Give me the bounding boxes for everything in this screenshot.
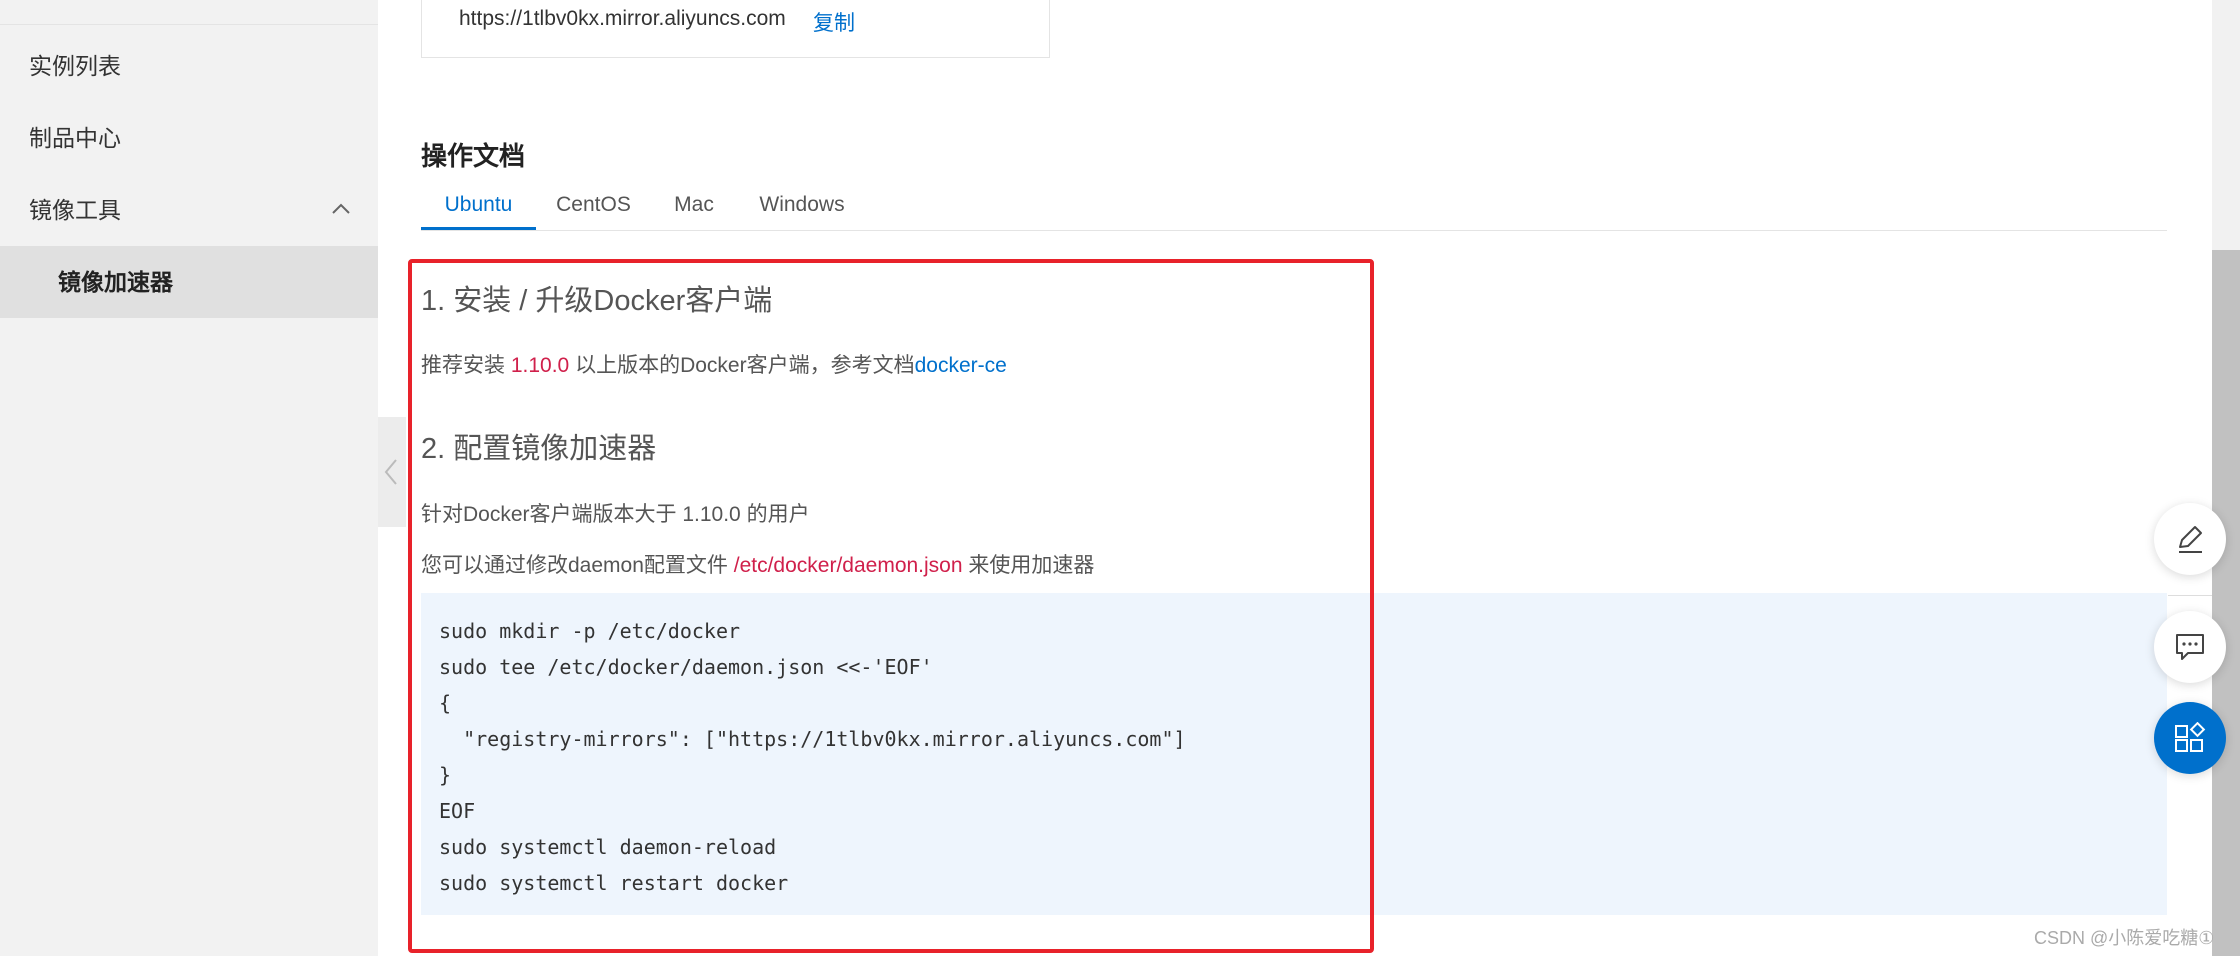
daemon-json-path: /etc/docker/daemon.json bbox=[733, 554, 963, 577]
tab-mac[interactable]: Mac bbox=[651, 185, 737, 230]
step2-line2-prefix: 您可以通过修改daemon配置文件 bbox=[421, 554, 734, 577]
version-badge: 1.10.0 bbox=[510, 354, 570, 377]
step2-line2: 您可以通过修改daemon配置文件 /etc/docker/daemon.jso… bbox=[421, 549, 1094, 579]
sidebar-item-image-accelerator[interactable]: 镜像加速器 bbox=[0, 246, 378, 318]
os-tabs: Ubuntu CentOS Mac Windows bbox=[421, 185, 2167, 231]
step2-heading: 2. 配置镜像加速器 bbox=[421, 433, 657, 465]
step2-line2-suffix: 来使用加速器 bbox=[962, 554, 1095, 577]
copy-button[interactable]: 复制 bbox=[813, 7, 855, 37]
tab-windows[interactable]: Windows bbox=[737, 185, 867, 230]
code-line: sudo mkdir -p /etc/docker bbox=[439, 619, 741, 643]
sidebar-item-label: 实例列表 bbox=[29, 53, 121, 79]
code-line: EOF bbox=[439, 799, 476, 823]
docs-title: 操作文档 bbox=[421, 141, 526, 171]
sidebar: 实例列表 制品中心 镜像工具 镜像加速器 bbox=[0, 0, 378, 956]
code-line: sudo systemctl daemon-reload bbox=[439, 835, 777, 859]
scrollbar-thumb[interactable] bbox=[2212, 250, 2240, 956]
tab-centos[interactable]: CentOS bbox=[536, 185, 651, 230]
floating-divider bbox=[2168, 595, 2212, 596]
chevron-up-icon[interactable] bbox=[332, 200, 350, 218]
code-block[interactable]: sudo mkdir -p /etc/docker sudo tee /etc/… bbox=[421, 593, 2167, 915]
edit-icon bbox=[2179, 526, 2202, 553]
sidebar-divider bbox=[0, 24, 378, 25]
sidebar-item-label: 镜像加速器 bbox=[58, 269, 173, 295]
code-line: sudo systemctl restart docker bbox=[439, 871, 789, 895]
watermark: CSDN @小陈爱吃糖① bbox=[2034, 928, 2215, 948]
docker-ce-link[interactable]: docker-ce bbox=[915, 354, 1007, 377]
step1-text-middle: 以上版本的Docker客户端，参考文档 bbox=[569, 354, 915, 377]
step1-heading: 1. 安装 / 升级Docker客户端 bbox=[421, 285, 773, 317]
step2-line1: 针对Docker客户端版本大于 1.10.0 的用户 bbox=[421, 503, 810, 526]
feedback-button[interactable] bbox=[2154, 611, 2226, 683]
sidebar-item-label: 镜像工具 bbox=[29, 197, 121, 223]
code-line: sudo tee /etc/docker/daemon.json <<-'EOF… bbox=[439, 655, 933, 679]
apps-button[interactable] bbox=[2154, 702, 2226, 774]
edit-button[interactable] bbox=[2154, 503, 2226, 575]
step1-text-prefix: 推荐安装 bbox=[421, 354, 511, 377]
apps-icon bbox=[2175, 722, 2206, 752]
sidebar-item-label: 制品中心 bbox=[29, 125, 121, 151]
tab-ubuntu[interactable]: Ubuntu bbox=[421, 185, 536, 230]
sidebar-item-artifacts[interactable]: 制品中心 bbox=[0, 102, 378, 174]
code-line: "registry-mirrors": ["https://1tlbv0kx.m… bbox=[439, 727, 1186, 751]
chat-icon bbox=[2176, 634, 2204, 660]
step1-text: 推荐安装 1.10.0 以上版本的Docker客户端，参考文档docker-ce bbox=[421, 349, 1007, 379]
accelerator-url: https://1tlbv0kx.mirror.aliyuncs.com bbox=[459, 7, 786, 30]
chevron-left-icon bbox=[384, 459, 397, 485]
accelerator-url-box: https://1tlbv0kx.mirror.aliyuncs.com 复制 bbox=[421, 0, 1050, 58]
code-line: } bbox=[439, 763, 452, 787]
code-line: { bbox=[439, 691, 452, 715]
sidebar-item-image-tools[interactable]: 镜像工具 bbox=[0, 174, 378, 246]
sidebar-item-instances[interactable]: 实例列表 bbox=[0, 30, 378, 102]
sidebar-collapse-toggle[interactable] bbox=[378, 417, 406, 527]
